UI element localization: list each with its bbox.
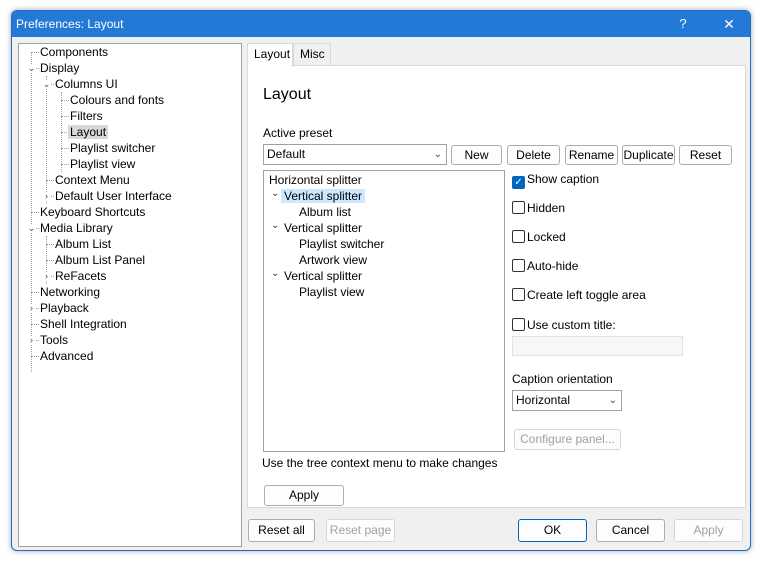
hidden-checkbox[interactable]: Hidden [512,201,565,217]
tree-item-shell-integration[interactable]: Shell Integration [38,316,129,332]
tab-strip: Layout Misc [247,43,747,67]
tree-item-playlist-switcher[interactable]: Playlist switcher [68,140,157,156]
tab-misc[interactable]: Misc [293,43,331,65]
layout-node[interactable]: Artwork view [299,252,367,268]
tree-item-tools[interactable]: Tools [38,332,70,348]
layout-tree[interactable]: Horizontal splitter ⌄ Vertical splitter … [263,170,505,452]
collapse-icon[interactable]: ⌄ [27,224,36,233]
caption-orientation-dropdown[interactable]: Horizontal ⌄ [512,390,622,411]
duplicate-preset-button[interactable]: Duplicate [622,145,675,165]
title-bar: Preferences: Layout ? ✕ [12,11,750,37]
tree-item-context-menu[interactable]: Context Menu [53,172,132,188]
layout-node[interactable]: Vertical splitter [281,188,366,204]
apply-button[interactable]: Apply [674,519,743,542]
layout-node[interactable]: Horizontal splitter [269,172,362,188]
layout-node[interactable]: Playlist view [299,284,364,300]
tree-item-album-list[interactable]: Album List [53,236,113,252]
configure-panel-button[interactable]: Configure panel... [514,429,621,450]
active-preset-label: Active preset [263,126,333,140]
tree-item-display[interactable]: Display [38,60,81,76]
tree-item-refacets[interactable]: ReFacets [53,268,108,284]
apply-layout-button[interactable]: Apply [264,485,344,506]
tree-item-colours-and-fonts[interactable]: Colours and fonts [68,92,166,108]
close-icon[interactable]: ✕ [706,11,750,37]
preferences-window: Preferences: Layout ? ✕ ⌄ ⌄ › ⌄ › › › Co… [11,10,751,551]
tree-item-keyboard-shortcuts[interactable]: Keyboard Shortcuts [38,204,147,220]
left-toggle-area-checkbox[interactable]: Create left toggle area [512,288,646,304]
preferences-tree[interactable]: ⌄ ⌄ › ⌄ › › › Components Display Columns… [18,43,242,547]
expand-icon[interactable]: › [42,272,51,281]
window-title: Preferences: Layout [16,17,124,31]
delete-preset-button[interactable]: Delete [507,145,560,165]
reset-page-button[interactable]: Reset page [326,519,395,542]
collapse-icon[interactable]: ⌄ [27,64,36,73]
collapse-icon[interactable]: ⌄ [42,80,51,89]
active-preset-value: Default [267,147,306,161]
expand-icon[interactable]: › [42,192,51,201]
locked-checkbox[interactable]: Locked [512,230,566,246]
active-preset-dropdown[interactable]: Default ⌄ [263,144,447,165]
tree-item-filters[interactable]: Filters [68,108,105,124]
ok-button[interactable]: OK [518,519,587,542]
reset-all-button[interactable]: Reset all [248,519,315,542]
tree-hint: Use the tree context menu to make change… [262,456,498,470]
caption-orientation-label: Caption orientation [512,372,613,386]
tree-item-networking[interactable]: Networking [38,284,102,300]
tree-item-columns-ui[interactable]: Columns UI [53,76,120,92]
chevron-down-icon[interactable]: ⌄ [271,220,279,231]
tree-item-advanced[interactable]: Advanced [38,348,95,364]
rename-preset-button[interactable]: Rename [565,145,618,165]
chevron-down-icon: ⌄ [608,395,617,406]
page-title: Layout [263,86,312,103]
layout-node[interactable]: Vertical splitter [284,268,362,284]
tree-item-layout[interactable]: Layout [68,124,109,140]
tree-item-album-list-panel[interactable]: Album List Panel [53,252,147,268]
checkmark-icon: ✓ [512,176,525,189]
show-caption-checkbox[interactable]: ✓ Show caption [512,172,599,189]
custom-title-input[interactable] [512,336,683,356]
layout-node[interactable]: Vertical splitter [284,220,362,236]
chevron-down-icon: ⌄ [433,149,442,160]
chevron-down-icon[interactable]: ⌄ [271,268,279,279]
tree-item-components[interactable]: Components [38,44,110,60]
reset-preset-button[interactable]: Reset [679,145,732,165]
help-icon[interactable]: ? [660,11,706,37]
new-preset-button[interactable]: New [451,145,502,165]
cancel-button[interactable]: Cancel [596,519,665,542]
auto-hide-checkbox[interactable]: Auto-hide [512,259,578,275]
caption-orientation-value: Horizontal [516,393,571,407]
layout-tab-panel: Layout Active preset Default ⌄ New Delet… [247,65,746,508]
layout-node[interactable]: Playlist switcher [299,236,384,252]
tree-item-playback[interactable]: Playback [38,300,91,316]
layout-node[interactable]: Album list [299,204,351,220]
chevron-down-icon[interactable]: ⌄ [271,188,279,199]
tree-item-default-user-interface[interactable]: Default User Interface [53,188,174,204]
tree-item-media-library[interactable]: Media Library [38,220,115,236]
tree-item-playlist-view[interactable]: Playlist view [68,156,137,172]
expand-icon[interactable]: › [27,336,36,345]
tab-layout[interactable]: Layout [247,43,293,67]
custom-title-checkbox[interactable]: Use custom title: [512,318,616,334]
expand-icon[interactable]: › [27,304,36,313]
